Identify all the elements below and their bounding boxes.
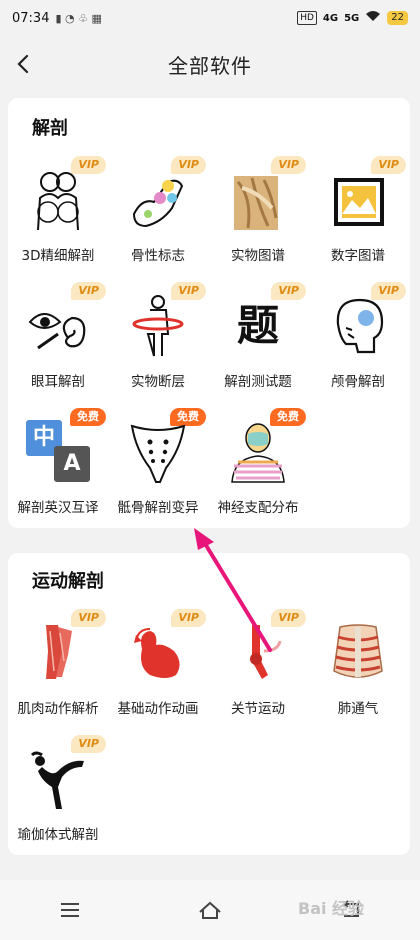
app-label: 基础动作动画 bbox=[117, 701, 199, 717]
hd-indicator: HD bbox=[297, 11, 317, 25]
app-label: 骨性标志 bbox=[131, 248, 185, 264]
status-time: 07:34 bbox=[12, 10, 50, 26]
skull-icon bbox=[336, 298, 384, 354]
app-eye-ear[interactable]: VIP 眼耳解剖 bbox=[8, 282, 108, 402]
digital-atlas-icon bbox=[334, 178, 384, 226]
bone-landmark-icon bbox=[132, 179, 184, 228]
status-bar: 07:34 ▮ ◔ ♧ ▦ HD 4G 5G 22 bbox=[0, 0, 420, 36]
home-button[interactable] bbox=[190, 895, 230, 925]
app-muscle-action[interactable]: VIP 肌肉动作解析 bbox=[8, 609, 108, 729]
wifi-icon bbox=[365, 10, 381, 26]
app-label: 3D精细解剖 bbox=[21, 248, 95, 264]
app-quiz[interactable]: VIP 题 解剖测试题 bbox=[208, 282, 308, 402]
lung-ventilation-icon bbox=[333, 624, 383, 678]
app-label: 肌肉动作解析 bbox=[17, 701, 99, 717]
app-label: 实物断层 bbox=[131, 374, 185, 390]
app-label: 瑜伽体式解剖 bbox=[17, 827, 99, 843]
app-specimen-atlas[interactable]: VIP 实物图谱 bbox=[208, 156, 308, 276]
translate-icon: 中 A bbox=[26, 420, 90, 484]
sports-anatomy-card: 运动解剖 VIP 肌肉动作解析 VIP 基础动作动画 VIP 关节运动 肺通气 … bbox=[8, 553, 410, 855]
app-label: 神经支配分布 bbox=[217, 500, 299, 516]
menu-icon bbox=[61, 903, 79, 917]
app-basic-motion[interactable]: VIP 基础动作动画 bbox=[108, 609, 208, 729]
app-label: 实物图谱 bbox=[231, 248, 285, 264]
watermark: Bai 经验 bbox=[298, 899, 365, 918]
app-3d-anatomy[interactable]: VIP 3D精细解剖 bbox=[8, 156, 108, 276]
app-sacrum[interactable]: 免费 骶骨解剖变异 bbox=[108, 408, 208, 528]
app-digital-atlas[interactable]: VIP 数字图谱 bbox=[308, 156, 408, 276]
title-bar: 全部软件 bbox=[0, 36, 420, 92]
home-icon bbox=[199, 901, 221, 919]
battery-indicator: 22 bbox=[387, 11, 408, 25]
section-title-sports: 运动解剖 bbox=[32, 571, 104, 592]
app-lung-ventilation[interactable]: 肺通气 bbox=[308, 609, 408, 729]
section-title-anatomy: 解剖 bbox=[32, 118, 68, 139]
nerve-distribution-icon bbox=[231, 423, 285, 483]
network-5g: 5G bbox=[344, 12, 360, 24]
quiz-icon: 题 bbox=[236, 301, 279, 350]
3d-anatomy-icon bbox=[37, 172, 79, 231]
basic-motion-icon bbox=[134, 628, 180, 678]
english-glyph: A bbox=[54, 446, 90, 482]
page-title: 全部软件 bbox=[168, 54, 252, 78]
notification-icons: ▮ ◔ ♧ ▦ bbox=[55, 11, 102, 25]
joint-motion-icon bbox=[250, 625, 282, 679]
muscle-action-icon bbox=[46, 625, 72, 679]
app-label: 肺通气 bbox=[337, 701, 379, 717]
anatomy-card: 解剖 VIP 3D精细解剖 VIP 骨性标志 VIP 实物图谱 VIP 数字图谱… bbox=[8, 98, 410, 528]
eye-ear-icon bbox=[28, 313, 86, 350]
app-skull[interactable]: VIP 颅骨解剖 bbox=[308, 282, 408, 402]
app-translate[interactable]: 免费 中 A 解剖英汉互译 bbox=[8, 408, 108, 528]
app-label: 关节运动 bbox=[231, 701, 285, 717]
app-joint-motion[interactable]: VIP 关节运动 bbox=[208, 609, 308, 729]
yoga-pose-icon bbox=[30, 751, 84, 809]
app-label: 颅骨解剖 bbox=[331, 374, 385, 390]
app-label: 解剖英汉互译 bbox=[17, 500, 99, 516]
app-yoga-pose[interactable]: VIP 瑜伽体式解剖 bbox=[8, 735, 108, 855]
app-label: 骶骨解剖变异 bbox=[117, 500, 199, 516]
app-cross-section[interactable]: VIP 实物断层 bbox=[108, 282, 208, 402]
menu-button[interactable] bbox=[50, 895, 90, 925]
app-bone-landmark[interactable]: VIP 骨性标志 bbox=[108, 156, 208, 276]
specimen-atlas-icon bbox=[234, 176, 278, 230]
app-label: 解剖测试题 bbox=[224, 374, 292, 390]
network-4g: 4G bbox=[322, 12, 339, 24]
app-nerve-distribution[interactable]: 免费 神经支配分布 bbox=[208, 408, 308, 528]
app-label: 眼耳解剖 bbox=[31, 374, 85, 390]
app-label: 数字图谱 bbox=[331, 248, 385, 264]
sacrum-icon bbox=[130, 424, 186, 483]
cross-section-icon bbox=[132, 295, 184, 357]
